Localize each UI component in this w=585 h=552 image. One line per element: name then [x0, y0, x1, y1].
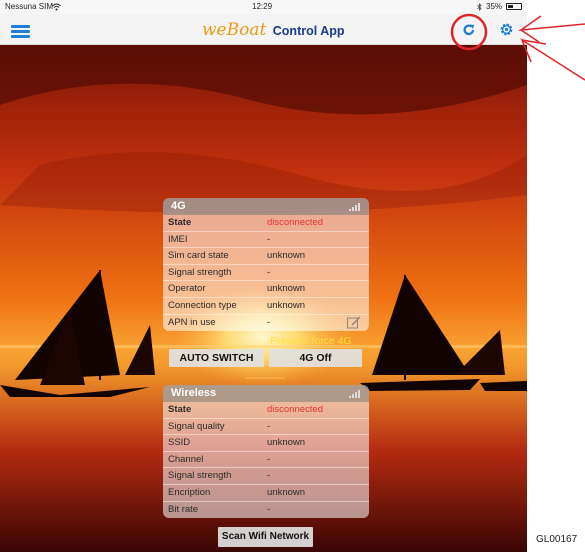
figure-code-label: GL00167 — [536, 534, 578, 545]
annotation-overlay — [450, 13, 585, 81]
annotation-circle — [450, 13, 488, 51]
annotation-arrow-upper — [518, 15, 585, 43]
annotation-arrow-lower — [520, 38, 585, 81]
